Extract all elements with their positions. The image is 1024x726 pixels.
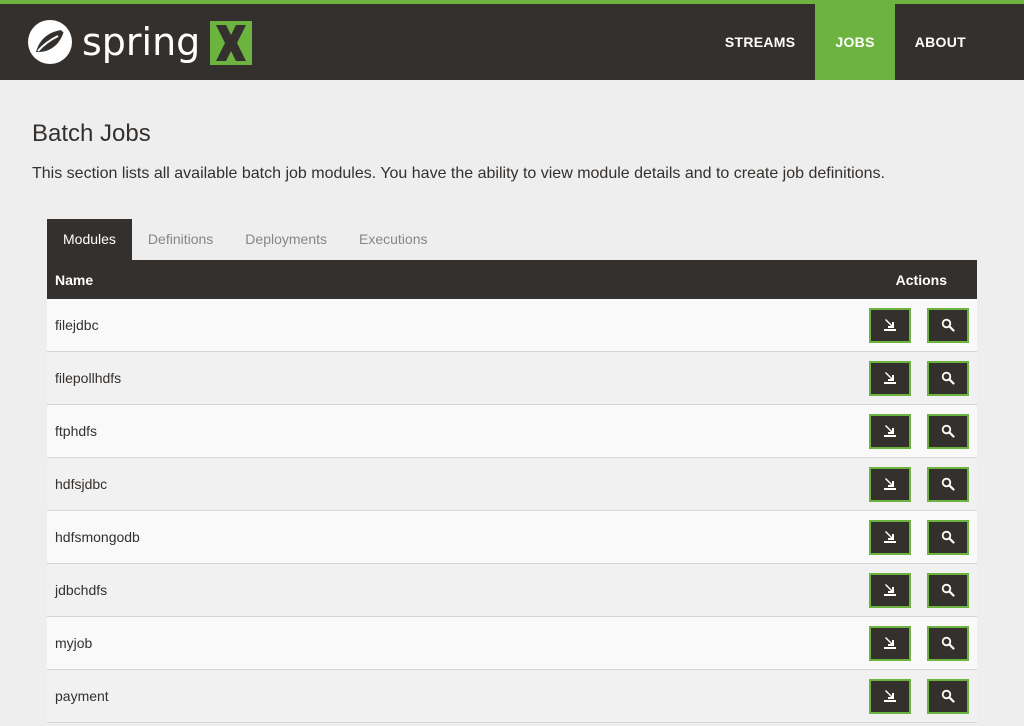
table-row: filepollhdfs — [47, 352, 977, 405]
details-button[interactable] — [927, 360, 969, 396]
column-actions: Actions — [895, 271, 947, 288]
search-icon — [941, 477, 955, 491]
page-description: This section lists all available batch j… — [32, 165, 885, 182]
nav-streams[interactable]: STREAMS — [705, 4, 816, 80]
create-definition-button[interactable] — [869, 678, 911, 714]
table-row: myjob — [47, 617, 977, 670]
search-icon — [941, 371, 955, 385]
tab-deployments[interactable]: Deployments — [229, 219, 343, 260]
page-title: Batch Jobs — [32, 120, 151, 147]
details-button[interactable] — [927, 519, 969, 555]
create-definition-icon — [883, 318, 897, 332]
create-definition-icon — [883, 636, 897, 650]
search-icon — [941, 583, 955, 597]
tab-executions[interactable]: Executions — [343, 219, 443, 260]
search-icon — [941, 424, 955, 438]
create-definition-button[interactable] — [869, 572, 911, 608]
create-definition-button[interactable] — [869, 360, 911, 396]
module-name: myjob — [55, 635, 93, 651]
row-actions — [869, 625, 969, 661]
nav-jobs[interactable]: JOBS — [815, 4, 895, 80]
tab-modules[interactable]: Modules — [47, 219, 132, 260]
modules-table: Name Actions filejdbc filepollhdfs ftphdfs… — [47, 260, 977, 723]
job-tabs: Modules Definitions Deployments Executio… — [47, 219, 443, 260]
create-definition-button[interactable] — [869, 413, 911, 449]
table-row: hdfsmongodb — [47, 511, 977, 564]
details-button[interactable] — [927, 625, 969, 661]
brand-name: spring — [82, 20, 201, 64]
row-actions — [869, 307, 969, 343]
create-definition-icon — [883, 477, 897, 491]
table-row: hdfsjdbc — [47, 458, 977, 511]
table-row: payment — [47, 670, 977, 723]
top-navbar: spring STREAMS JOBS ABOUT — [0, 0, 1024, 80]
table-row: ftphdfs — [47, 405, 977, 458]
spring-leaf-icon — [28, 20, 72, 64]
x-logo-icon — [210, 21, 253, 65]
table-header: Name Actions — [47, 260, 977, 299]
module-name: ftphdfs — [55, 423, 98, 439]
search-icon — [941, 689, 955, 703]
create-definition-icon — [883, 583, 897, 597]
create-definition-icon — [883, 689, 897, 703]
create-definition-button[interactable] — [869, 307, 911, 343]
search-icon — [941, 530, 955, 544]
create-definition-button[interactable] — [869, 466, 911, 502]
module-name: filejdbc — [55, 317, 99, 333]
row-actions — [869, 519, 969, 555]
row-actions — [869, 413, 969, 449]
details-button[interactable] — [927, 466, 969, 502]
module-name: hdfsjdbc — [55, 476, 108, 492]
module-name: filepollhdfs — [55, 370, 122, 386]
search-icon — [941, 636, 955, 650]
module-name: payment — [55, 688, 109, 704]
row-actions — [869, 360, 969, 396]
spring-xd-logo[interactable]: spring — [26, 18, 253, 66]
create-definition-icon — [883, 371, 897, 385]
module-name: jdbchdfs — [55, 582, 108, 598]
column-name: Name — [55, 271, 94, 288]
nav-about[interactable]: ABOUT — [895, 4, 986, 80]
details-button[interactable] — [927, 572, 969, 608]
search-icon — [941, 318, 955, 332]
details-button[interactable] — [927, 678, 969, 714]
row-actions — [869, 678, 969, 714]
tab-definitions[interactable]: Definitions — [132, 219, 229, 260]
details-button[interactable] — [927, 413, 969, 449]
table-row: jdbchdfs — [47, 564, 977, 617]
module-name: hdfsmongodb — [55, 529, 140, 545]
table-row: filejdbc — [47, 299, 977, 352]
row-actions — [869, 466, 969, 502]
table-body: filejdbc filepollhdfs ftphdfs hdfsjdbc hdfsm… — [47, 299, 977, 723]
row-actions — [869, 572, 969, 608]
details-button[interactable] — [927, 307, 969, 343]
main-nav: STREAMS JOBS ABOUT — [705, 4, 986, 80]
create-definition-icon — [883, 424, 897, 438]
create-definition-button[interactable] — [869, 519, 911, 555]
create-definition-icon — [883, 530, 897, 544]
create-definition-button[interactable] — [869, 625, 911, 661]
